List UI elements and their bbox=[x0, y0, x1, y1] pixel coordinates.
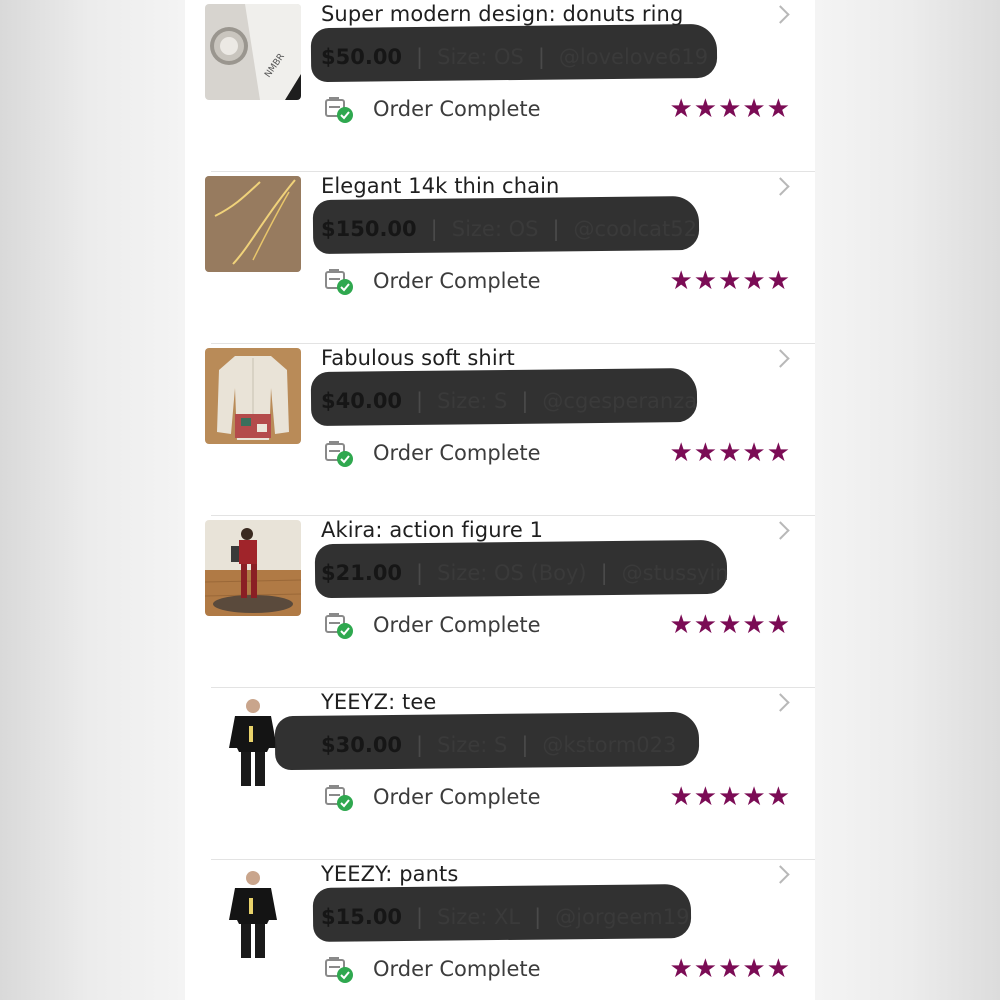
item-title: Akira: action figure 1 bbox=[321, 518, 544, 542]
item-title: Super modern design: donuts ring bbox=[321, 2, 684, 26]
item-size: Size: OS bbox=[451, 217, 539, 241]
item-size: Size: XL bbox=[437, 905, 521, 929]
seller-handle: @jorgeem19 bbox=[555, 905, 690, 929]
order-status-label: Order Complete bbox=[373, 441, 541, 465]
item-meta: $15.00 | Size: XL | @jorgeem19 bbox=[321, 905, 690, 929]
seller-handle: @cgesperanza bbox=[542, 389, 698, 413]
item-thumbnail[interactable] bbox=[205, 864, 301, 960]
item-size: Size: S bbox=[437, 733, 508, 757]
chevron-right-icon[interactable] bbox=[771, 5, 790, 24]
order-complete-icon bbox=[325, 956, 355, 984]
rating-stars: ★★★★★ bbox=[669, 94, 791, 124]
seller-handle: @lovelove619 bbox=[558, 45, 709, 69]
item-size: Size: OS (Boy) bbox=[437, 561, 587, 585]
chevron-right-icon[interactable] bbox=[771, 521, 790, 540]
item-price: $150.00 bbox=[321, 217, 417, 241]
order-complete-icon bbox=[325, 268, 355, 296]
order-status-label: Order Complete bbox=[373, 269, 541, 293]
chevron-right-icon[interactable] bbox=[771, 693, 790, 712]
rating-stars: ★★★★★ bbox=[669, 610, 791, 640]
item-title: Elegant 14k thin chain bbox=[321, 174, 560, 198]
item-meta: $21.00 | Size: OS (Boy) | @stussyin bbox=[321, 561, 729, 585]
item-price: $50.00 bbox=[321, 45, 403, 69]
item-price: $30.00 bbox=[321, 733, 403, 757]
item-price: $21.00 bbox=[321, 561, 403, 585]
order-row[interactable]: YEEYZ: tee $30.00 | Size: S | @kstorm023 Ord… bbox=[185, 688, 815, 860]
chevron-right-icon[interactable] bbox=[771, 349, 790, 368]
seller-handle: @kstorm023 bbox=[542, 733, 677, 757]
order-complete-icon bbox=[325, 612, 355, 640]
seller-handle: @coolcat52 bbox=[573, 217, 697, 241]
order-row[interactable]: YEEZY: pants $15.00 | Size: XL | @jorgeem19 … bbox=[185, 860, 815, 1000]
order-row[interactable]: Akira: action figure 1 $21.00 | Size: OS (… bbox=[185, 516, 815, 688]
item-title: Fabulous soft shirt bbox=[321, 346, 515, 370]
item-price: $40.00 bbox=[321, 389, 403, 413]
item-meta: $30.00 | Size: S | @kstorm023 bbox=[321, 733, 677, 757]
order-status-label: Order Complete bbox=[373, 785, 541, 809]
item-thumbnail[interactable] bbox=[205, 348, 301, 444]
order-status-label: Order Complete bbox=[373, 957, 541, 981]
item-thumbnail[interactable]: NMBR bbox=[205, 4, 301, 100]
item-size: Size: OS bbox=[437, 45, 524, 69]
item-meta: $50.00 | Size: OS | @lovelove619 bbox=[321, 45, 709, 69]
order-row[interactable]: NMBR Super modern design: donuts ring $5… bbox=[185, 0, 815, 172]
rating-stars: ★★★★★ bbox=[669, 266, 791, 296]
item-meta: $150.00 | Size: OS | @coolcat52 bbox=[321, 217, 697, 241]
rating-stars: ★★★★★ bbox=[669, 782, 791, 812]
order-complete-icon bbox=[325, 784, 355, 812]
order-complete-icon bbox=[325, 96, 355, 124]
chevron-right-icon[interactable] bbox=[771, 177, 790, 196]
rating-stars: ★★★★★ bbox=[669, 954, 791, 984]
item-meta: $40.00 | Size: S | @cgesperanza bbox=[321, 389, 698, 413]
item-price: $15.00 bbox=[321, 905, 403, 929]
rating-stars: ★★★★★ bbox=[669, 438, 791, 468]
order-status-label: Order Complete bbox=[373, 97, 541, 121]
order-row[interactable]: Fabulous soft shirt $40.00 | Size: S | @cges… bbox=[185, 344, 815, 516]
item-thumbnail[interactable] bbox=[205, 176, 301, 272]
order-status-label: Order Complete bbox=[373, 613, 541, 637]
item-title: YEEYZ: tee bbox=[321, 690, 437, 714]
item-title: YEEZY: pants bbox=[321, 862, 459, 886]
item-thumbnail[interactable] bbox=[205, 520, 301, 616]
order-list: NMBR Super modern design: donuts ring $5… bbox=[185, 0, 815, 1000]
order-complete-icon bbox=[325, 440, 355, 468]
order-row[interactable]: Elegant 14k thin chain $150.00 | Size: OS |… bbox=[185, 172, 815, 344]
chevron-right-icon[interactable] bbox=[771, 865, 790, 884]
item-size: Size: S bbox=[437, 389, 508, 413]
seller-handle: @stussyin bbox=[621, 561, 729, 585]
